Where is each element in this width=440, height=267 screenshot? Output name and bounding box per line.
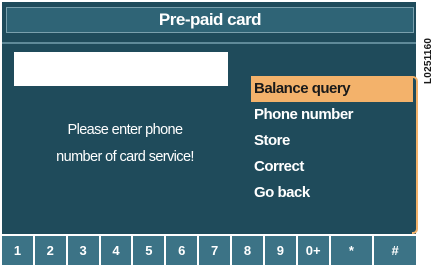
image-reference-code: L0251160 [423, 37, 434, 84]
phone-number-input[interactable] [14, 52, 228, 86]
key-1[interactable]: 1 [2, 236, 35, 265]
key-9[interactable]: 9 [264, 236, 298, 265]
scrollbar-thumb[interactable] [407, 76, 413, 102]
prompt-text: Please enter phone number of card servic… [16, 117, 234, 171]
prompt-line-2: number of card service! [56, 149, 194, 165]
key-hash[interactable]: # [374, 236, 416, 265]
key-7[interactable]: 7 [199, 236, 233, 265]
key-6[interactable]: 6 [166, 236, 200, 265]
options-menu: Balance query Phone number Store Correct… [251, 76, 411, 206]
key-8[interactable]: 8 [232, 236, 265, 265]
key-2[interactable]: 2 [34, 236, 68, 265]
title-divider [2, 42, 416, 44]
key-star[interactable]: * [330, 236, 375, 265]
menu-item-phone-number[interactable]: Phone number [251, 102, 411, 128]
page-title: Pre-paid card [6, 7, 414, 33]
key-4[interactable]: 4 [100, 236, 134, 265]
key-0-plus[interactable]: 0+ [297, 236, 331, 265]
key-3[interactable]: 3 [67, 236, 101, 265]
menu-item-go-back[interactable]: Go back [251, 180, 411, 206]
prompt-line-1: Please enter phone [67, 122, 184, 138]
menu-item-correct[interactable]: Correct [251, 154, 411, 180]
menu-item-balance-query[interactable]: Balance query [251, 76, 408, 102]
key-5[interactable]: 5 [133, 236, 167, 265]
menu-item-store[interactable]: Store [251, 128, 411, 154]
speller-keypad: 1 2 3 4 5 6 7 8 9 0+ * # [2, 234, 416, 265]
display-screen: Pre-paid card Please enter phone number … [0, 0, 418, 267]
